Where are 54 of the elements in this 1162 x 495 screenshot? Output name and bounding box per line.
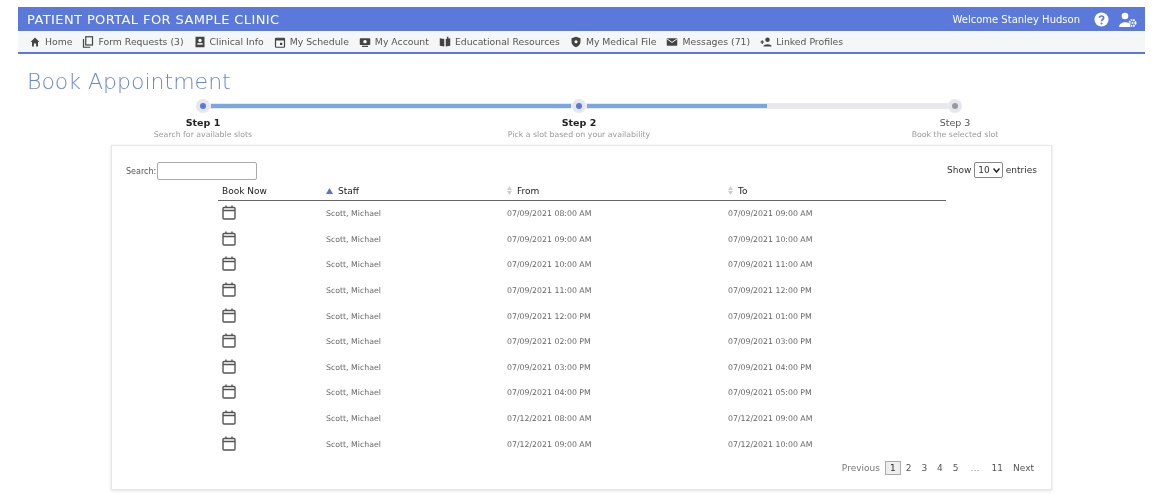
step-title: Step 3 <box>939 117 971 128</box>
entries-label: entries <box>1005 165 1037 175</box>
page-title: Book Appointment <box>27 68 232 96</box>
step-title: Step 1 <box>185 117 221 128</box>
calendar-icon[interactable] <box>222 358 236 374</box>
nav-icon <box>358 35 371 48</box>
page-size-select[interactable]: 10 <box>974 162 1003 178</box>
search-label: Search: <box>126 166 157 176</box>
nav-item[interactable]: My Medical File <box>569 35 657 48</box>
nav-item[interactable]: My Account <box>358 35 429 48</box>
calendar-icon[interactable] <box>222 410 236 426</box>
nav-item[interactable]: My Schedule <box>273 35 349 48</box>
column-header[interactable]: Staff <box>322 181 503 201</box>
column-header[interactable]: To <box>724 181 946 201</box>
portal-title: PATIENT PORTAL FOR SAMPLE CLINIC <box>27 11 281 27</box>
nav-icon <box>273 35 286 48</box>
nav-icon <box>82 35 95 48</box>
nav-icon <box>569 35 582 48</box>
help-icon[interactable] <box>1094 11 1109 27</box>
page-button[interactable]: 5 <box>947 460 964 475</box>
page-button[interactable]: 2 <box>900 460 917 475</box>
nav-icon <box>29 35 41 48</box>
nav-item[interactable]: Home <box>29 35 73 48</box>
page-button[interactable]: 4 <box>932 460 948 475</box>
user-settings-icon[interactable] <box>1119 11 1137 27</box>
calendar-icon[interactable] <box>222 230 236 246</box>
calendar-icon[interactable] <box>222 205 236 221</box>
calendar-icon[interactable] <box>222 435 236 451</box>
page-button[interactable]: 1 <box>884 460 901 475</box>
ellipsis: … <box>969 462 981 473</box>
nav-icon <box>760 35 773 48</box>
calendar-icon[interactable] <box>222 307 236 323</box>
nav-item[interactable]: Messages (71) <box>666 35 751 48</box>
page-button[interactable]: 11 <box>986 460 1009 475</box>
nav-icon <box>438 35 451 48</box>
nav-item[interactable]: Linked Profiles <box>760 35 844 48</box>
page-button[interactable]: 3 <box>916 460 933 475</box>
welcome-text: Welcome Stanley Hudson <box>952 13 1080 25</box>
caret-icon <box>992 167 1000 173</box>
search-field[interactable] <box>157 162 258 180</box>
column-header[interactable]: Book Now <box>218 181 322 201</box>
step-title: Step 2 <box>561 117 597 128</box>
calendar-icon[interactable] <box>222 282 236 298</box>
calendar-icon[interactable] <box>222 384 236 400</box>
show-label: Show <box>947 165 972 175</box>
nav-item[interactable]: Clinical Info <box>193 35 264 48</box>
nav-icon <box>193 35 206 48</box>
nav-item[interactable]: Educational Resources <box>438 35 560 48</box>
nav-icon <box>666 35 679 48</box>
column-header[interactable]: From <box>503 181 724 201</box>
next-button[interactable]: Next <box>1008 460 1039 475</box>
calendar-icon[interactable] <box>222 256 236 272</box>
calendar-icon[interactable] <box>222 333 236 349</box>
nav-item[interactable]: Form Requests (3) <box>82 35 184 48</box>
